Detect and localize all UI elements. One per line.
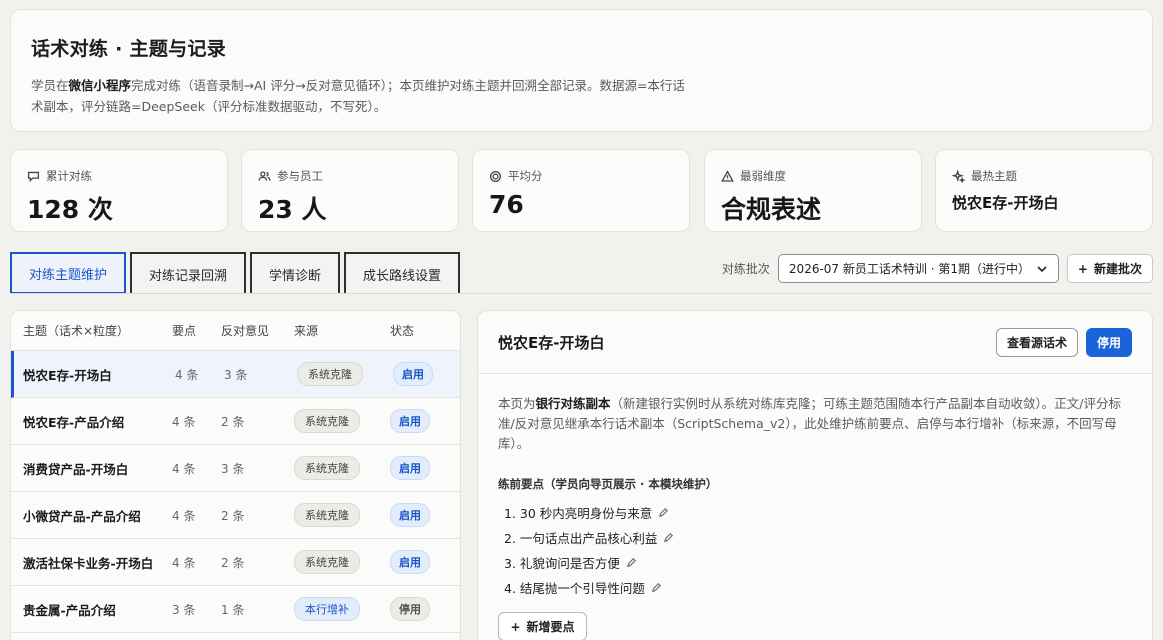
batch-label: 对练批次 — [721, 262, 770, 276]
status-badge: 启用 — [390, 503, 430, 527]
table-row[interactable]: 小微贷产品-产品介绍 4 条 2 条 系统克隆 启用 — [11, 492, 460, 539]
tab-bar: 对练主题维护 对练记录回溯 学情诊断 成长路线设置 — [10, 252, 461, 294]
table-row[interactable]: 消费贷产品-开场白 4 条 3 条 系统克隆 启用 — [11, 445, 460, 492]
batch-select[interactable]: 2026-07 新员工话术特训 · 第1期（进行中） — [777, 254, 1059, 283]
edit-icon[interactable] — [651, 582, 662, 593]
edit-icon[interactable] — [626, 557, 637, 568]
table-row[interactable]: 悦农E存-产品介绍 4 条 2 条 系统克隆 启用 — [11, 398, 460, 445]
sparkle-icon — [952, 169, 965, 183]
batch-controls: 对练批次 2026-07 新员工话术特训 · 第1期（进行中） + 新建批次 — [722, 254, 1153, 283]
status-badge: 启用 — [390, 550, 430, 574]
stat-card-average: 平均分 76 — [472, 149, 690, 232]
source-badge: 系统克隆 — [294, 409, 360, 433]
col-points: 要点 — [172, 324, 197, 338]
list-item: 3. 礼貌询问是否方便 — [498, 550, 1132, 575]
chat-icon — [27, 171, 40, 182]
tab-topic-maintenance[interactable]: 对练主题维护 — [10, 252, 127, 294]
tab-growth-path[interactable]: 成长路线设置 — [344, 252, 461, 294]
detail-header: 悦农E存-开场白 查看源话术 停用 — [478, 311, 1152, 374]
list-item: 2. 一句话点出产品核心利益 — [498, 525, 1132, 550]
chevron-down-icon — [1037, 265, 1047, 272]
page-header: 话术对练 · 主题与记录 学员在微信小程序完成对练（语音录制→AI 评分→反对意… — [10, 9, 1153, 132]
target-icon — [489, 170, 502, 182]
source-badge: 系统克隆 — [297, 362, 363, 386]
stat-card-hottest: 最热主题 悦农E存-开场白 — [935, 149, 1153, 232]
table-header: 主题（话术×粒度） 要点 反对意见 来源 状态 — [11, 311, 460, 351]
status-badge: 停用 — [390, 597, 430, 621]
col-source: 来源 — [294, 324, 319, 338]
col-status: 状态 — [390, 324, 415, 338]
table-row[interactable]: 激活社保卡业务-开场白 4 条 2 条 系统克隆 启用 — [11, 539, 460, 586]
topic-table: 主题（话术×粒度） 要点 反对意见 来源 状态 悦农E存-开场白 4 条 3 条… — [10, 310, 461, 640]
col-topic: 主题（话术×粒度） — [23, 324, 130, 338]
disable-button[interactable]: 停用 — [1085, 327, 1132, 357]
col-objections: 反对意见 — [221, 324, 270, 338]
table-row[interactable]: 悦农E存-开场白 4 条 3 条 系统克隆 启用 — [11, 351, 460, 398]
plus-icon: + — [510, 619, 521, 634]
points-list: 1. 30 秒内亮明身份与来意 2. 一句话点出产品核心利益 3. 礼貌询问是否… — [498, 500, 1132, 600]
new-batch-button[interactable]: + 新建批次 — [1066, 254, 1153, 283]
add-point-button[interactable]: + 新增要点 — [498, 612, 587, 640]
list-item: 4. 结尾抛一个引导性问题 — [498, 575, 1132, 600]
status-badge: 启用 — [390, 456, 430, 480]
detail-title: 悦农E存-开场白 — [498, 333, 605, 352]
detail-description: 本页为银行对练副本（新建银行实例时从系统对练库克隆；可练主题范围随本行产品副本自… — [498, 396, 1121, 451]
source-badge: 本行增补 — [294, 597, 360, 621]
source-badge: 系统克隆 — [294, 456, 360, 480]
tab-record-review[interactable]: 对练记录回溯 — [130, 252, 247, 294]
table-row[interactable]: 贵金属-产品介绍 3 条 1 条 本行增补 停用 — [11, 586, 460, 633]
view-source-button[interactable]: 查看源话术 — [995, 327, 1078, 357]
page-title: 话术对练 · 主题与记录 — [31, 38, 227, 60]
source-badge: 系统克隆 — [294, 550, 360, 574]
stat-card-participants: 参与员工 23 人 — [241, 149, 459, 232]
users-icon — [258, 170, 271, 181]
source-badge: 系统克隆 — [294, 503, 360, 527]
edit-icon[interactable] — [658, 507, 669, 518]
page-description: 学员在微信小程序完成对练（语音录制→AI 评分→反对意见循环）；本页维护对练主题… — [31, 78, 685, 114]
status-badge: 启用 — [393, 362, 433, 386]
status-badge: 启用 — [390, 409, 430, 433]
edit-icon[interactable] — [663, 532, 674, 543]
tab-divider — [10, 293, 1153, 294]
list-item: 1. 30 秒内亮明身份与来意 — [498, 500, 1132, 525]
tab-diagnosis[interactable]: 学情诊断 — [250, 252, 341, 294]
topic-detail-panel: 悦农E存-开场白 查看源话术 停用 本页为银行对练副本（新建银行实例时从系统对练… — [477, 310, 1153, 640]
stat-card-total: 累计对练 128 次 — [10, 149, 228, 232]
warning-icon — [721, 169, 734, 182]
plus-icon: + — [1077, 261, 1088, 276]
section-title: 练前要点（学员向导页展示 · 本模块维护） — [498, 477, 718, 491]
stat-card-weakest: 最弱维度 合规表述 — [704, 149, 922, 232]
